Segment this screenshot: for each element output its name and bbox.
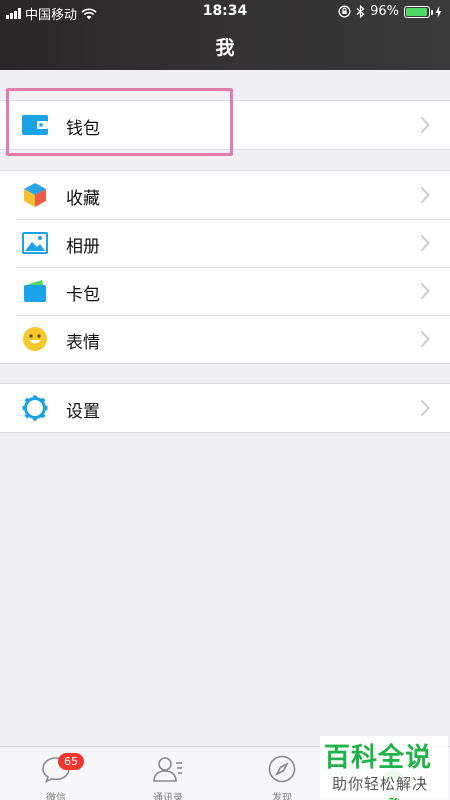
top-bar: 中国移动 18:34 96% 我: [0, 0, 450, 70]
watermark-logo: 百科全说 助你轻松解决: [320, 736, 448, 798]
sticker-smiley-icon: [22, 326, 48, 352]
chevron-right-icon: [420, 282, 430, 300]
orientation-lock-icon: [338, 5, 351, 18]
tab-label: 微信: [46, 793, 66, 800]
group-collections: 收藏 相册 卡包 表情: [0, 170, 450, 364]
menu-item-wallet[interactable]: 钱包: [0, 101, 450, 149]
compass-icon: [268, 755, 296, 783]
menu-item-label: 相册: [66, 237, 100, 257]
menu-item-favorites[interactable]: 收藏: [0, 171, 450, 219]
menu-item-label: 卡包: [66, 285, 100, 305]
page-title: 我: [215, 37, 235, 59]
menu-item-label: 表情: [66, 333, 100, 353]
chevron-right-icon: [420, 330, 430, 348]
menu-item-settings[interactable]: 设置: [0, 384, 450, 432]
chevron-right-icon: [420, 399, 430, 417]
battery-fill: [406, 7, 428, 16]
album-picture-icon: [22, 230, 48, 256]
menu-item-stickers[interactable]: 表情: [0, 315, 450, 363]
status-bar: 中国移动 18:34 96%: [0, 0, 450, 24]
settings-gear-icon: [22, 395, 48, 421]
menu-item-label: 收藏: [66, 189, 100, 209]
tab-label: 发现: [272, 793, 292, 800]
chevron-right-icon: [420, 186, 430, 204]
wallet-icon: [22, 112, 48, 138]
unread-badge: 65: [58, 753, 84, 770]
menu-item-label: 设置: [66, 402, 100, 422]
tab-chats[interactable]: 65 微信: [16, 751, 96, 800]
battery-percent: 96%: [370, 4, 399, 19]
menu-item-cards[interactable]: 卡包: [0, 267, 450, 315]
menu-item-album[interactable]: 相册: [0, 219, 450, 267]
menu-item-label: 钱包: [66, 119, 100, 139]
tab-label: 通讯录: [153, 793, 183, 800]
card-holder-icon: [22, 278, 48, 304]
watermark-title: 百科全说: [324, 743, 433, 773]
tab-discover[interactable]: 发现: [242, 751, 322, 800]
group-settings: 设置: [0, 383, 450, 433]
group-wallet: 钱包: [0, 100, 450, 150]
contacts-icon: [153, 757, 182, 782]
watermark-subtitle: 助你轻松解决: [332, 775, 429, 793]
battery-icon: [404, 5, 433, 18]
tab-contacts[interactable]: 通讯录: [128, 751, 208, 800]
bluetooth-icon: [356, 5, 365, 18]
charging-icon: [435, 5, 442, 18]
chevron-right-icon: [420, 234, 430, 252]
favorites-cube-icon: [22, 182, 48, 208]
chevron-right-icon: [420, 116, 430, 134]
status-right: 96%: [338, 4, 442, 19]
